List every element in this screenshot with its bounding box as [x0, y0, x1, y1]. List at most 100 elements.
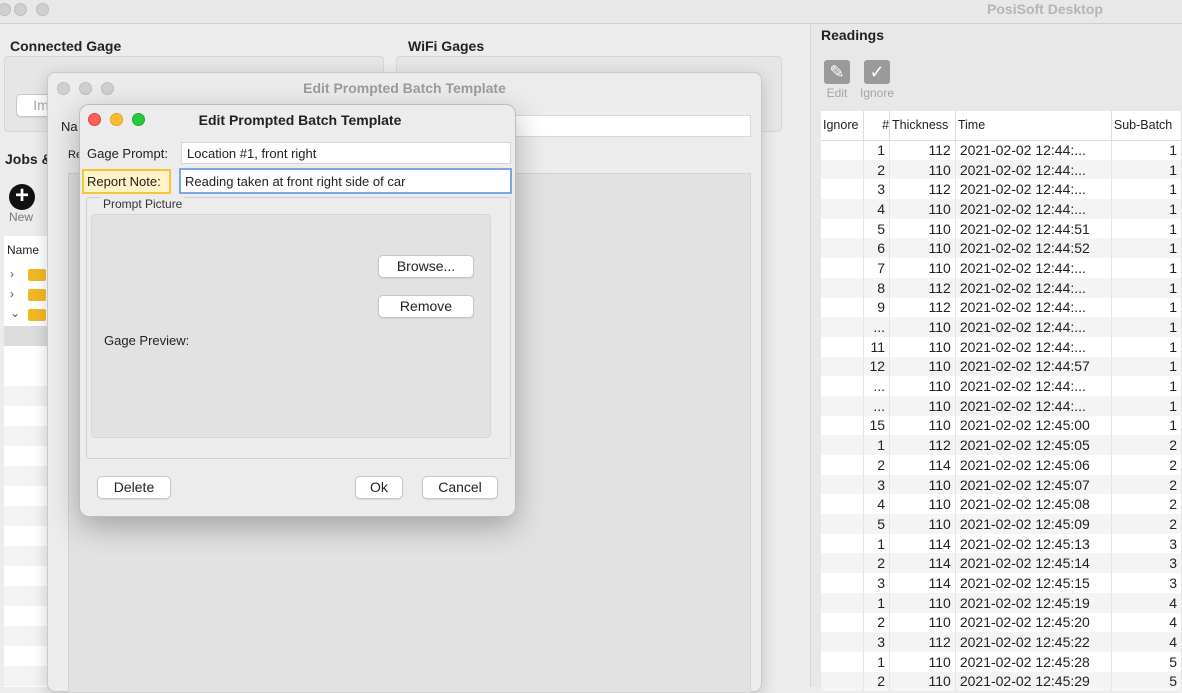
cell-ignore[interactable]	[821, 632, 863, 652]
list-item[interactable]	[4, 586, 50, 606]
table-row[interactable]: 51102021-02-02 12:45:092	[821, 514, 1182, 534]
gage-prompt-label: Gage Prompt:	[87, 146, 168, 161]
cell-ignore[interactable]	[821, 652, 863, 672]
remove-button[interactable]: Remove	[378, 295, 474, 318]
cell-ignore[interactable]	[821, 475, 863, 495]
list-item[interactable]	[4, 466, 50, 486]
column-header-thickness[interactable]: Thickness	[890, 111, 956, 140]
list-item[interactable]	[4, 626, 50, 646]
cell-sub-batch: 1	[1111, 179, 1181, 199]
cell-ignore[interactable]	[821, 534, 863, 554]
table-row[interactable]: 21142021-02-02 12:45:143	[821, 553, 1182, 573]
cell-ignore[interactable]	[821, 337, 863, 357]
table-row[interactable]: 21102021-02-02 12:45:204	[821, 613, 1182, 633]
table-row[interactable]: 31122021-02-02 12:44:...1	[821, 179, 1182, 199]
cell-ignore[interactable]	[821, 317, 863, 337]
cell-ignore[interactable]	[821, 455, 863, 475]
cell-ignore[interactable]	[821, 613, 863, 633]
cell-ignore[interactable]	[821, 298, 863, 318]
list-item[interactable]	[4, 506, 50, 526]
cell-time: 2021-02-02 12:45:09	[955, 514, 1111, 534]
table-row[interactable]: 71102021-02-02 12:44:...1	[821, 258, 1182, 278]
cell-ignore[interactable]	[821, 396, 863, 416]
table-row[interactable]: 11122021-02-02 12:45:052	[821, 435, 1182, 455]
table-row[interactable]: 81122021-02-02 12:44:...1	[821, 278, 1182, 298]
cell-ignore[interactable]	[821, 160, 863, 180]
list-item[interactable]	[4, 666, 50, 686]
cell-ignore[interactable]	[821, 278, 863, 298]
column-header-number[interactable]: #	[863, 111, 889, 140]
table-row[interactable]: 11102021-02-02 12:45:194	[821, 593, 1182, 613]
table-row[interactable]: 21142021-02-02 12:45:062	[821, 455, 1182, 475]
cell-ignore[interactable]	[821, 514, 863, 534]
column-header-sub-batch[interactable]: Sub-Batch	[1111, 111, 1181, 140]
column-header-ignore[interactable]: Ignore	[821, 111, 863, 140]
ok-button[interactable]: Ok	[355, 476, 403, 499]
table-row[interactable]: 11142021-02-02 12:45:133	[821, 534, 1182, 554]
cell-number: 6	[863, 238, 889, 258]
close-button[interactable]	[88, 113, 101, 126]
table-row[interactable]: 11102021-02-02 12:45:285	[821, 652, 1182, 672]
list-item[interactable]	[4, 426, 50, 446]
list-item[interactable]	[4, 546, 50, 566]
cell-ignore[interactable]	[821, 376, 863, 396]
cell-ignore[interactable]	[821, 593, 863, 613]
cell-sub-batch: 1	[1111, 298, 1181, 318]
main-close-button[interactable]	[0, 3, 11, 16]
browse-button[interactable]: Browse...	[378, 255, 474, 278]
cell-ignore[interactable]	[821, 672, 863, 692]
table-row[interactable]: 121102021-02-02 12:44:571	[821, 357, 1182, 377]
table-row[interactable]: 111102021-02-02 12:44:...1	[821, 337, 1182, 357]
main-zoom-button[interactable]	[36, 3, 49, 16]
cell-number: 15	[863, 416, 889, 436]
cell-ignore[interactable]	[821, 435, 863, 455]
chevron-down-icon[interactable]: ⌄	[10, 306, 20, 320]
table-row[interactable]: 31142021-02-02 12:45:153	[821, 573, 1182, 593]
ignore-reading-button[interactable]: ✓ Ignore	[857, 60, 897, 100]
cell-ignore[interactable]	[821, 219, 863, 239]
cell-ignore[interactable]	[821, 258, 863, 278]
table-row[interactable]: 21102021-02-02 12:44:...1	[821, 160, 1182, 180]
main-minimize-button[interactable]	[14, 3, 27, 16]
new-job-icon[interactable]: +	[9, 184, 35, 210]
table-row[interactable]: ...1102021-02-02 12:44:...1	[821, 317, 1182, 337]
cell-ignore[interactable]	[821, 573, 863, 593]
cell-ignore[interactable]	[821, 140, 863, 160]
selected-row[interactable]	[4, 326, 50, 346]
cell-ignore[interactable]	[821, 238, 863, 258]
table-row[interactable]: 31122021-02-02 12:45:224	[821, 632, 1182, 652]
gage-preview-label: Gage Preview:	[104, 333, 189, 348]
bg-name-field[interactable]	[508, 115, 751, 137]
folder-icon	[28, 289, 46, 301]
table-row[interactable]: 31102021-02-02 12:45:072	[821, 475, 1182, 495]
gage-prompt-input[interactable]: Location #1, front right	[181, 142, 511, 164]
cell-ignore[interactable]	[821, 357, 863, 377]
cell-thickness: 112	[890, 179, 956, 199]
table-row[interactable]: 21102021-02-02 12:45:295	[821, 672, 1182, 692]
prompt-picture-label: Prompt Picture	[101, 197, 184, 211]
table-row[interactable]: 41102021-02-02 12:45:082	[821, 494, 1182, 514]
cell-ignore[interactable]	[821, 494, 863, 514]
list-item[interactable]	[4, 386, 50, 406]
table-row[interactable]: 11122021-02-02 12:44:...1	[821, 140, 1182, 160]
chevron-right-icon[interactable]: ›	[10, 267, 14, 281]
column-header-time[interactable]: Time	[955, 111, 1111, 140]
delete-button[interactable]: Delete	[97, 476, 171, 499]
cell-ignore[interactable]	[821, 199, 863, 219]
edit-reading-button[interactable]: ✎ Edit	[822, 60, 852, 100]
cancel-button[interactable]: Cancel	[422, 476, 498, 499]
cell-thickness: 112	[890, 632, 956, 652]
report-note-input[interactable]: Reading taken at front right side of car	[179, 168, 512, 194]
table-row[interactable]: 91122021-02-02 12:44:...1	[821, 298, 1182, 318]
table-row[interactable]: 61102021-02-02 12:44:521	[821, 238, 1182, 258]
table-row[interactable]: 151102021-02-02 12:45:001	[821, 416, 1182, 436]
table-row[interactable]: ...1102021-02-02 12:44:...1	[821, 376, 1182, 396]
cell-time: 2021-02-02 12:44:...	[955, 278, 1111, 298]
table-row[interactable]: 41102021-02-02 12:44:...1	[821, 199, 1182, 219]
cell-ignore[interactable]	[821, 179, 863, 199]
cell-ignore[interactable]	[821, 416, 863, 436]
table-row[interactable]: ...1102021-02-02 12:44:...1	[821, 396, 1182, 416]
chevron-right-icon[interactable]: ›	[10, 287, 14, 301]
cell-ignore[interactable]	[821, 553, 863, 573]
table-row[interactable]: 51102021-02-02 12:44:511	[821, 219, 1182, 239]
